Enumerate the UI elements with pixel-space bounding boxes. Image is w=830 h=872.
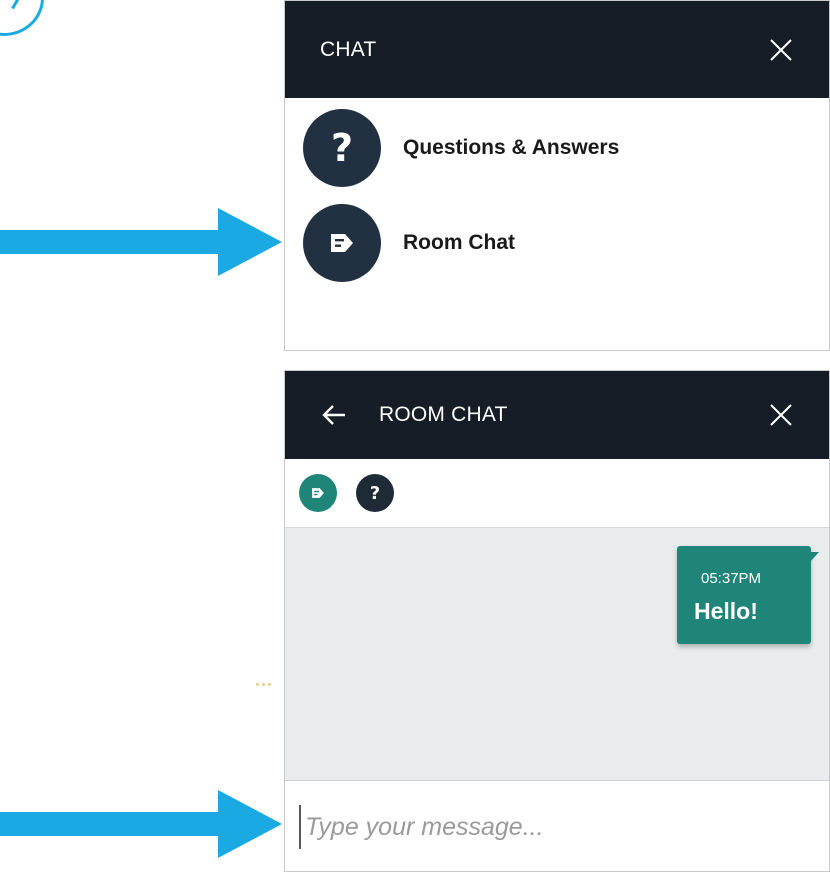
chat-title: CHAT <box>320 37 377 61</box>
chat-tabs: ? <box>285 459 829 528</box>
chat-menu-panel: CHAT ? Questions & Answers Room Chat <box>284 0 830 351</box>
chat-note-icon <box>303 204 381 282</box>
tab-room-chat[interactable] <box>299 474 337 512</box>
menu-item-questions-answers[interactable]: ? Questions & Answers <box>303 109 619 187</box>
close-icon[interactable] <box>769 38 793 62</box>
room-chat-header: ROOM CHAT <box>285 371 829 459</box>
menu-item-room-chat[interactable]: Room Chat <box>303 204 515 282</box>
room-chat-panel: ROOM CHAT ? 05:37PM Hello! <box>284 370 830 872</box>
tab-questions-answers[interactable]: ? <box>356 474 394 512</box>
annotation-arrow-room-chat <box>0 208 282 276</box>
annotation-arrow-message-input <box>0 790 282 858</box>
message-input[interactable] <box>299 805 785 849</box>
question-icon: ? <box>303 109 381 187</box>
message-composer <box>285 780 829 871</box>
menu-item-label: Questions & Answers <box>403 136 620 159</box>
menu-item-label: Room Chat <box>403 231 515 254</box>
back-arrow-icon[interactable] <box>321 402 347 428</box>
room-chat-title: ROOM CHAT <box>379 403 508 426</box>
question-icon: ? <box>369 482 381 504</box>
message-text: Hello! <box>694 598 758 624</box>
step-number-annotation <box>0 0 44 36</box>
message-list: 05:37PM Hello! <box>285 528 829 780</box>
message-timestamp: 05:37PM <box>701 570 762 587</box>
chat-message-bubble: 05:37PM Hello! <box>677 546 811 644</box>
close-icon[interactable] <box>769 403 793 427</box>
decorative-dots <box>256 683 276 686</box>
chat-header: CHAT <box>285 1 829 98</box>
chat-note-icon <box>312 488 324 498</box>
